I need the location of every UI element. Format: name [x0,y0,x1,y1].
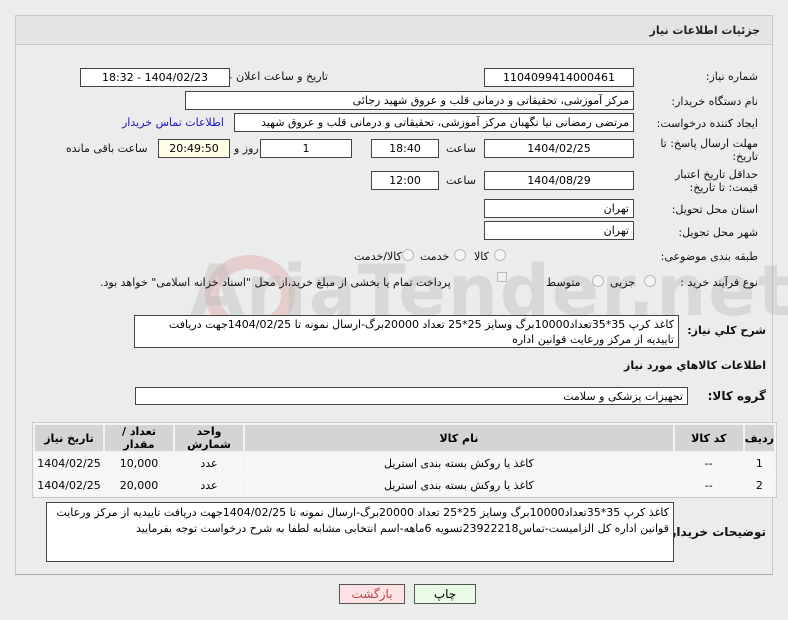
group-label: گروه کالا: [707,389,766,403]
desc-label: شرح کلي نیاز: [687,324,766,337]
goods-info-title: اطلاعات کالاهاي مورد نیاز [624,359,766,372]
cell-row: 1 [744,453,774,473]
creator-field: مرتضی رمضانی نیا نگهبان مرکز آموزشی، تحق… [234,113,634,132]
process-option-minor: جزیی [610,276,636,289]
deadline-date-field: 1404/02/25 [484,139,634,158]
city-label: شهر محل تحویل: [678,226,758,239]
cell-date: 1404/02/25 [35,475,103,495]
province-label: استان محل تحویل: [671,203,758,216]
desc-textarea[interactable]: کاغذ کرپ 35*35تعداد10000برگ وسایز 25*25 … [134,315,679,348]
table-row: 1 -- کاغذ یا روکش بسته بندی استریل عدد 10,00… [35,453,774,473]
deadline-time-field: 18:40 [371,139,439,158]
payment-note: پرداخت تمام یا بخشی از مبلغ خرید،از محل … [100,276,451,289]
buyer-org-field: مرکز آموزشی، تحقیقاتی و درمانی قلب و عرو… [185,91,634,110]
province-field: تهران [484,199,634,218]
table-header-row: ردیف کد کالا نام کالا واحد شمارش تعداد /… [35,425,774,451]
cell-qty: 20,000 [105,475,173,495]
cell-code: -- [674,475,743,495]
table-row: 2 -- کاغذ یا روکش بسته بندی استریل عدد 20,00… [35,475,774,495]
cell-unit: عدد [175,453,243,473]
payment-checkbox[interactable] [497,272,507,282]
creator-label: ایجاد کننده درخواست: [656,117,758,130]
category-radio-both[interactable] [402,249,414,261]
category-option-goods: کالا [474,250,489,263]
days-label: روز و [234,142,259,155]
days-field: 1 [260,139,352,158]
cell-qty: 10,000 [105,453,173,473]
deadline-time-label: ساعت [446,142,476,155]
city-field: تهران [484,221,634,240]
print-button[interactable]: چاپ [414,584,476,604]
validity-time-field: 12:00 [371,171,439,190]
need-number-label: شماره نیاز: [705,70,758,83]
validity-date-field: 1404/08/29 [484,171,634,190]
col-row: ردیف [744,425,774,451]
process-label: نوع فرآیند خرید : [680,276,758,289]
cell-date: 1404/02/25 [35,453,103,473]
cell-code: -- [674,453,743,473]
process-radio-medium[interactable] [592,275,604,287]
notes-textarea[interactable]: کاغذ کرپ 35*35تعداد10000برگ وسایز 25*25 … [46,502,674,562]
col-name: نام کالا [245,425,673,451]
buyer-contact-link[interactable]: اطلاعات تماس خریدار [122,116,224,129]
category-option-both: کالا/خدمت [354,250,402,263]
col-qty: تعداد / مقدار [105,425,173,451]
goods-table: ردیف کد کالا نام کالا واحد شمارش تعداد /… [32,422,777,498]
cell-name: کاغذ یا روکش بسته بندی استریل [245,475,673,495]
announce-field: 1404/02/23 - 18:32 [80,68,230,87]
buyer-org-label: نام دستگاه خریدار: [671,95,758,108]
col-unit: واحد شمارش [175,425,243,451]
category-radio-service[interactable] [454,249,466,261]
category-radio-goods[interactable] [494,249,506,261]
validity-label: حداقل تاریخ اعتبار قیمت: تا تاریخ: [674,168,758,194]
category-label: طبقه بندی موضوعی: [660,250,758,263]
header-bar: جزئیات اطلاعات نیاز [15,15,773,45]
page-title: جزئیات اطلاعات نیاز [649,24,761,37]
col-date: تاریخ نیاز [35,425,103,451]
col-code: کد کالا [674,425,743,451]
deadline-label: مهلت ارسال پاسخ: تا تاریخ: [660,137,758,163]
process-option-medium: متوسط [546,276,581,289]
process-radio-minor[interactable] [644,275,656,287]
cell-name: کاغذ یا روکش بسته بندی استریل [245,453,673,473]
notes-label: توضیحات خریدار: [664,525,766,539]
group-field: تجهیزات پزشکی و سلامت [135,387,688,405]
cell-unit: عدد [175,475,243,495]
remaining-time-field: 20:49:50 [158,139,230,158]
category-option-service: خدمت [420,250,450,263]
validity-time-label: ساعت [446,174,476,187]
remaining-label: ساعت باقی مانده [66,142,148,155]
back-button[interactable]: بازگشت [339,584,405,604]
cell-row: 2 [744,475,774,495]
need-number-field: 1104099414000461 [484,68,634,87]
